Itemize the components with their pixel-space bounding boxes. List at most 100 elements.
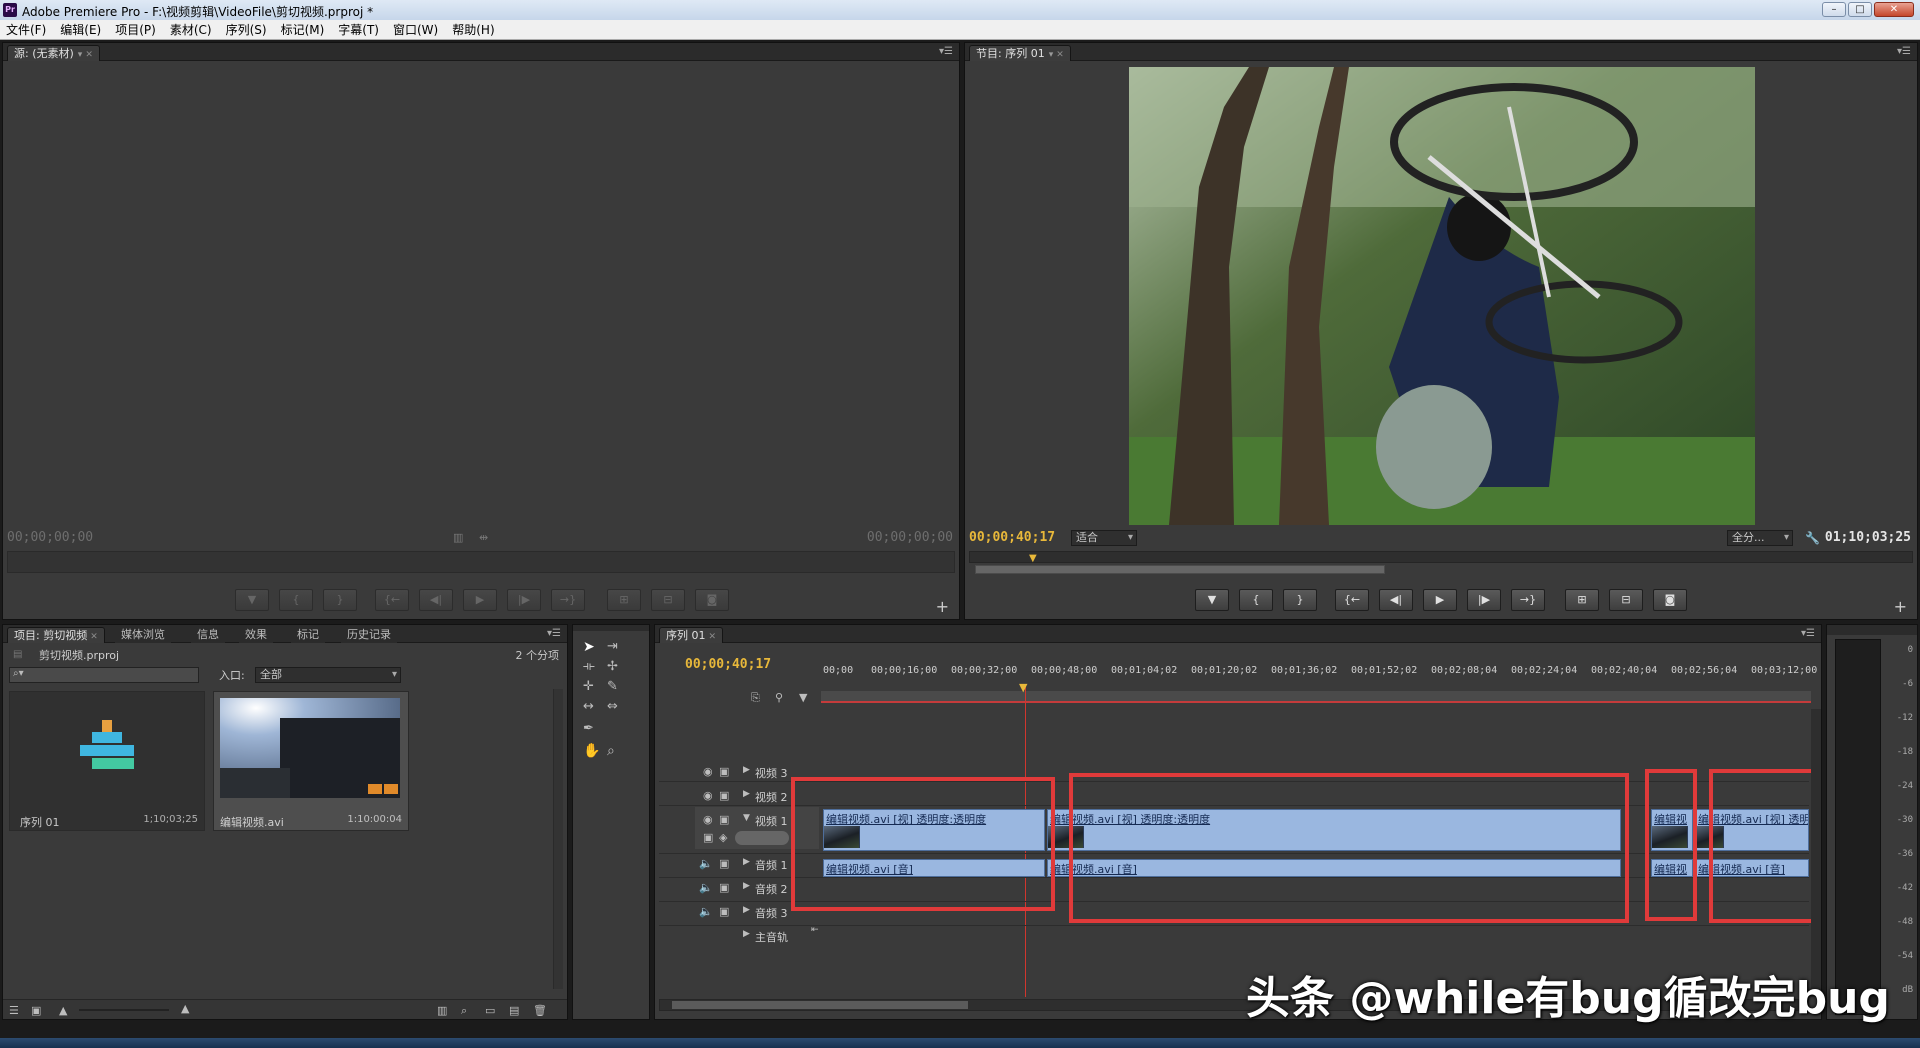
timeline-tc[interactable]: 00;00;40;17	[685, 657, 771, 672]
wrench-icon[interactable]: 🔧	[1805, 531, 1820, 545]
program-in-button[interactable]: {	[1239, 589, 1273, 611]
source-scrubber[interactable]	[7, 551, 955, 573]
tab-markers[interactable]: 标记	[291, 627, 325, 643]
source-overwrite-button[interactable]: ⊟	[651, 589, 685, 611]
pen-tool-icon[interactable]: ✒	[583, 721, 594, 736]
hand-tool-icon[interactable]: ✋	[583, 743, 600, 759]
zoom-in-icon[interactable]: ▲	[181, 1002, 189, 1015]
panel-menu-icon[interactable]: ▾☰	[1897, 46, 1911, 57]
in-point-select[interactable]: 全部	[255, 667, 401, 683]
project-item-video[interactable]: 编辑视频.avi 1:10:00:04	[213, 691, 409, 831]
marker-icon[interactable]: ▼	[799, 691, 807, 704]
lock-icon[interactable]: ▣	[719, 813, 729, 826]
lock-icon[interactable]: ▣	[719, 881, 729, 894]
add-button-icon[interactable]: +	[936, 597, 949, 616]
program-export-frame-button[interactable]: ◙	[1653, 589, 1687, 611]
menu-project[interactable]: 项目(P)	[115, 21, 156, 38]
source-step-back-button[interactable]: ◀|	[419, 589, 453, 611]
ripple-edit-tool-icon[interactable]: ⟛	[583, 659, 595, 674]
track-select-tool-icon[interactable]: ⇥	[607, 639, 618, 654]
timeline-v-scrollbar[interactable]	[1811, 709, 1821, 997]
snap-icon[interactable]: ⎘	[751, 691, 760, 705]
keyframe-nav[interactable]	[735, 831, 789, 845]
tab-project[interactable]: 项目: 剪切视频 ✕	[7, 627, 105, 643]
eye-icon[interactable]: ◉	[703, 813, 713, 826]
rate-stretch-tool-icon[interactable]: ✛	[583, 679, 594, 694]
expand-icon[interactable]: ▶	[743, 881, 750, 891]
expand-icon[interactable]: ▶	[743, 929, 750, 939]
thumbnail-zoom-slider[interactable]	[79, 1009, 169, 1011]
keyframe-icon[interactable]: ◈	[719, 831, 727, 844]
program-zoom-select[interactable]: 适合	[1071, 530, 1137, 546]
menu-marker[interactable]: 标记(M)	[281, 21, 325, 38]
scroll-thumb[interactable]	[672, 1001, 968, 1009]
expand-icon[interactable]: ▶	[743, 857, 750, 867]
work-area-bar[interactable]	[821, 691, 1811, 703]
lock-icon[interactable]: ▣	[719, 905, 729, 918]
eye-icon[interactable]: ◉	[703, 789, 713, 802]
program-step-back-button[interactable]: ◀|	[1379, 589, 1413, 611]
new-bin-icon[interactable]: ▭	[485, 1004, 495, 1017]
source-insert-button[interactable]: ⊞	[607, 589, 641, 611]
tab-source[interactable]: 源: (无素材) ▾ ✕	[7, 45, 100, 61]
program-goto-in-button[interactable]: {←	[1335, 589, 1369, 611]
selection-tool-icon[interactable]: ➤	[583, 639, 595, 655]
icon-view-icon[interactable]: ▣	[31, 1004, 41, 1017]
speaker-icon[interactable]: 🔈	[699, 881, 713, 894]
minimize-button[interactable]: –	[1822, 2, 1846, 17]
lock-icon[interactable]: ▣	[719, 765, 729, 778]
rolling-edit-tool-icon[interactable]: ✢	[607, 659, 618, 674]
film-icon[interactable]: ▥	[453, 531, 463, 544]
playhead-icon[interactable]: ▼	[1019, 681, 1027, 694]
zoom-tool-icon[interactable]: ⌕	[607, 743, 615, 759]
zoom-out-icon[interactable]: ▲	[59, 1004, 67, 1017]
tab-effects[interactable]: 效果	[239, 627, 273, 643]
source-export-frame-button[interactable]: ◙	[695, 589, 729, 611]
source-goto-in-button[interactable]: {←	[375, 589, 409, 611]
menu-file[interactable]: 文件(F)	[6, 21, 46, 38]
trim-icon[interactable]: ⇹	[479, 531, 488, 544]
find-icon[interactable]: ⌕	[461, 1004, 467, 1018]
razor-tool-icon[interactable]: ✎	[607, 679, 618, 694]
source-marker-button[interactable]: ▼	[235, 589, 269, 611]
panel-menu-icon[interactable]: ▾☰	[939, 46, 953, 57]
new-item-icon[interactable]: ▤	[509, 1004, 519, 1017]
speaker-icon[interactable]: 🔈	[699, 905, 713, 918]
lock-icon[interactable]: ▣	[719, 857, 729, 870]
program-lift-button[interactable]: ⊞	[1565, 589, 1599, 611]
tab-history[interactable]: 历史记录	[341, 627, 397, 643]
tab-program[interactable]: 节目: 序列 01 ▾ ✕	[969, 45, 1071, 61]
tab-sequence[interactable]: 序列 01 ✕	[659, 627, 724, 643]
playhead-marker-icon[interactable]: ▼	[1029, 553, 1037, 564]
delete-icon[interactable]: 🗑	[533, 1004, 547, 1017]
maximize-button[interactable]: □	[1848, 2, 1872, 17]
menu-edit[interactable]: 编辑(E)	[60, 21, 101, 38]
program-step-fwd-button[interactable]: |▶	[1467, 589, 1501, 611]
project-scrollbar[interactable]	[553, 689, 563, 989]
source-play-button[interactable]: ▶	[463, 589, 497, 611]
lock-icon[interactable]: ▣	[719, 789, 729, 802]
source-in-button[interactable]: {	[279, 589, 313, 611]
eye-icon[interactable]: ◉	[703, 765, 713, 778]
menu-sequence[interactable]: 序列(S)	[226, 21, 267, 38]
tab-media-browser[interactable]: 媒体浏览	[115, 627, 171, 643]
project-search-input[interactable]: ⌕▾	[9, 667, 199, 683]
program-out-button[interactable]: }	[1283, 589, 1317, 611]
project-item-sequence[interactable]: 序列 01 1;10;03;25	[9, 691, 205, 831]
timeline-ruler[interactable]: 00;00 00;00;16;00 00;00;32;00 00;00;48;0…	[821, 665, 1817, 705]
collapse-icon[interactable]: ▼	[743, 813, 750, 823]
program-zoom-scrollbar[interactable]	[975, 565, 1385, 574]
program-goto-out-button[interactable]: →}	[1511, 589, 1545, 611]
set-marker-icon[interactable]: ⚲	[775, 691, 783, 704]
tab-info[interactable]: 信息	[191, 627, 225, 643]
list-view-icon[interactable]: ☰	[9, 1004, 19, 1017]
expand-icon[interactable]: ▶	[743, 765, 750, 775]
program-tc-current[interactable]: 00;00;40;17	[969, 530, 1055, 545]
menu-window[interactable]: 窗口(W)	[393, 21, 438, 38]
menu-title[interactable]: 字幕(T)	[338, 21, 379, 38]
program-extract-button[interactable]: ⊟	[1609, 589, 1643, 611]
program-quality-select[interactable]: 全分...	[1727, 530, 1793, 546]
source-out-button[interactable]: }	[323, 589, 357, 611]
automate-icon[interactable]: ▥	[437, 1004, 447, 1017]
panel-menu-icon[interactable]: ▾☰	[1801, 628, 1815, 639]
